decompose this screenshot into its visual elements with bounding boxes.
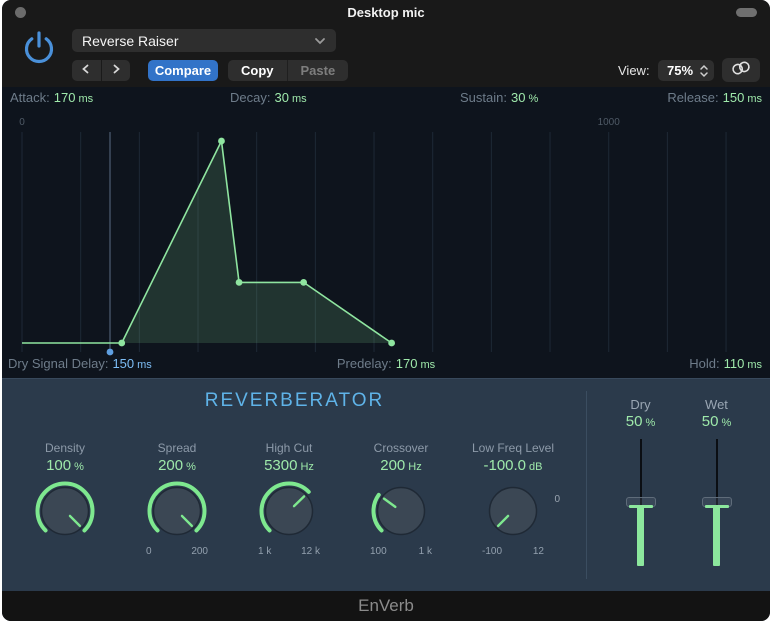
high-cut-value[interactable]: 5300 Hz <box>264 457 314 477</box>
envelope-section: Attack: 170 ms Decay: 30 ms Sustain: 30% Rele… <box>2 87 770 378</box>
density-value[interactable]: 100% <box>46 457 84 477</box>
copy-button[interactable]: Copy <box>228 60 288 81</box>
dry-value[interactable]: 50% <box>626 413 655 433</box>
stepper-up-down-icon <box>699 63 709 79</box>
envelope-param-row: Attack: 170 ms Decay: 30 ms Sustain: 30% Rele… <box>2 90 770 110</box>
density-knob[interactable]: Density 100% <box>9 441 121 558</box>
preset-name: Reverse Raiser <box>82 32 179 49</box>
predelay-param[interactable]: Predelay: 170 ms <box>337 356 435 371</box>
slider-handle-mark <box>628 504 653 508</box>
slider-fill <box>637 506 644 566</box>
chevron-left-icon <box>80 62 92 80</box>
preset-nav <box>72 60 130 81</box>
titlebar: Desktop mic <box>2 0 770 24</box>
knob-row: Density 100% Spread 200% 0 200 High Cut 5… <box>9 441 569 558</box>
previous-preset-button[interactable] <box>72 60 102 81</box>
zoom-value: 75% <box>667 63 694 78</box>
view-label: View: <box>618 63 650 78</box>
power-icon[interactable] <box>19 27 59 74</box>
high-cut-knob[interactable]: High Cut 5300 Hz 1 k 12 k <box>233 441 345 558</box>
chevron-right-icon <box>110 62 122 80</box>
header: Reverse Raiser Compare Copy Paste View: … <box>2 24 770 87</box>
compare-button[interactable]: Compare <box>148 60 218 81</box>
plugin-name: EnVerb <box>2 591 770 621</box>
wet-slider[interactable]: Wet 50% <box>688 397 746 569</box>
plugin-window: Desktop mic Reverse Raiser Compare Copy … <box>2 0 770 621</box>
svg-text:1000: 1000 <box>598 117 621 128</box>
svg-text:0: 0 <box>19 117 25 128</box>
envelope-chart[interactable]: 0 1000 <box>2 110 770 358</box>
low-freq-level-knob[interactable]: Low Freq Level -100.0 dB 0 -100 12 <box>457 441 569 558</box>
decay-param[interactable]: Decay: 30 ms <box>230 90 307 105</box>
slider-fill <box>713 506 720 566</box>
reverberator-section: REVERBERATOR Density 100% Spread 200% 02… <box>2 378 770 591</box>
slider-handle-mark <box>704 504 729 508</box>
crossover-value[interactable]: 200 Hz <box>380 457 421 477</box>
knob-dial[interactable] <box>144 478 210 544</box>
reverberator-title: REVERBERATOR <box>204 390 385 411</box>
knob-dial[interactable] <box>32 478 98 544</box>
sustain-param[interactable]: Sustain: 30% <box>460 90 538 105</box>
wet-value[interactable]: 50% <box>702 413 731 433</box>
chevron-down-icon <box>314 37 326 45</box>
link-button[interactable] <box>722 58 760 82</box>
dry-wet-sliders: Dry 50% Wet 50% <box>587 379 770 569</box>
dry-signal-delay-param[interactable]: Dry Signal Delay: 150 ms <box>8 356 152 371</box>
knob-dial[interactable] <box>480 478 546 544</box>
window-title: Desktop mic <box>347 5 425 20</box>
spread-value[interactable]: 200% <box>158 457 196 477</box>
zero-mark-label: 0 <box>554 494 560 505</box>
envelope-bottom-row: Dry Signal Delay: 150 ms Predelay: 170 ms Ho… <box>2 356 770 376</box>
preset-dropdown[interactable]: Reverse Raiser <box>72 29 336 52</box>
page: Desktop mic Reverse Raiser Compare Copy … <box>0 0 772 629</box>
release-param[interactable]: Release: 150 ms <box>667 90 762 105</box>
hold-param[interactable]: Hold: 110 ms <box>689 356 762 371</box>
copy-paste-group: Copy Paste <box>228 60 349 81</box>
window-minimize-icon[interactable] <box>736 8 757 17</box>
crossover-knob[interactable]: Crossover 200 Hz 100 1 k <box>345 441 457 558</box>
next-preset-button[interactable] <box>102 60 131 81</box>
link-icon <box>729 60 753 81</box>
knob-dial[interactable] <box>256 478 322 544</box>
knob-dial[interactable] <box>368 478 434 544</box>
view-zoom-select[interactable]: 75% <box>658 60 714 81</box>
attack-param[interactable]: Attack: 170 ms <box>10 90 93 105</box>
dry-slider[interactable]: Dry 50% <box>612 397 670 569</box>
low-freq-level-value[interactable]: -100.0 dB <box>483 457 542 477</box>
paste-button[interactable]: Paste <box>288 60 349 81</box>
spread-knob[interactable]: Spread 200% 0 200 <box>121 441 233 558</box>
